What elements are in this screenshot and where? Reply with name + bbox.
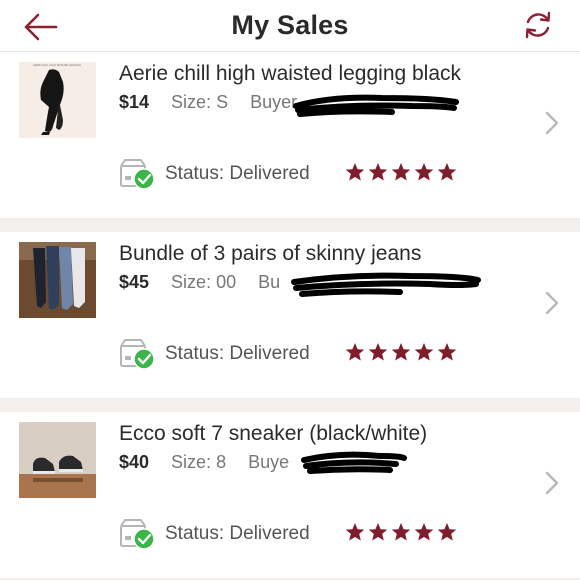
item-meta: $40 Size: 8 Buye xyxy=(119,452,289,473)
buyer-label: Buyer xyxy=(250,92,298,112)
status-label: Status: Delivered xyxy=(165,163,310,184)
delivery-status: Status: Delivered xyxy=(119,157,310,191)
star-icon xyxy=(414,343,434,361)
star-icon xyxy=(368,343,388,361)
delivered-box-icon xyxy=(120,519,155,550)
star-icon xyxy=(391,523,411,541)
page-title: My Sales xyxy=(231,10,349,40)
item-size: Size: S xyxy=(171,92,229,112)
redaction-mark xyxy=(301,451,407,474)
item-thumbnail[interactable]: AERIE CHILL HIGH WAISTED LEGGING xyxy=(19,62,96,138)
buyer-rating xyxy=(345,162,457,182)
item-size: Size: 00 xyxy=(171,272,237,292)
star-icon xyxy=(437,163,457,181)
chevron-right-icon[interactable] xyxy=(544,110,560,136)
star-icon xyxy=(345,523,365,541)
sale-item-card[interactable]: Ecco soft 7 sneaker (black/white) $40 Si… xyxy=(0,412,580,578)
redaction-mark xyxy=(291,272,481,297)
back-arrow-icon[interactable] xyxy=(22,12,60,42)
item-meta: $45 Size: 00 Bu xyxy=(119,272,280,293)
thumb-caption: AERIE CHILL HIGH WAISTED LEGGING xyxy=(33,63,81,67)
item-thumbnail[interactable] xyxy=(19,422,96,498)
buyer-rating xyxy=(345,342,457,362)
sales-list: AERIE CHILL HIGH WAISTED LEGGING Aerie c… xyxy=(0,52,580,580)
delivery-status: Status: Delivered xyxy=(119,517,310,551)
item-meta: $14 Size: S Buyer xyxy=(119,92,297,113)
delivered-box-icon xyxy=(120,339,155,370)
status-label: Status: Delivered xyxy=(165,343,310,364)
star-icon xyxy=(345,163,365,181)
buyer-rating xyxy=(345,522,457,542)
status-label: Status: Delivered xyxy=(165,523,310,544)
buyer-label: Bu xyxy=(258,272,281,292)
star-icon xyxy=(368,523,388,541)
refresh-icon[interactable] xyxy=(522,9,554,41)
app-header: My Sales xyxy=(0,0,580,52)
star-icon xyxy=(368,163,388,181)
delivered-box-icon xyxy=(120,159,155,190)
item-title[interactable]: Aerie chill high waisted legging black xyxy=(119,62,461,86)
star-icon xyxy=(391,163,411,181)
item-thumbnail[interactable] xyxy=(19,242,96,318)
item-title[interactable]: Ecco soft 7 sneaker (black/white) xyxy=(119,422,427,446)
item-size: Size: 8 xyxy=(171,452,227,472)
star-icon xyxy=(391,343,411,361)
sale-item-card[interactable]: AERIE CHILL HIGH WAISTED LEGGING Aerie c… xyxy=(0,52,580,218)
star-icon xyxy=(437,523,457,541)
star-icon xyxy=(437,343,457,361)
item-price: $14 xyxy=(119,92,150,112)
buyer-label: Buye xyxy=(248,452,290,472)
item-title[interactable]: Bundle of 3 pairs of skinny jeans xyxy=(119,242,421,266)
chevron-right-icon[interactable] xyxy=(544,290,560,316)
sale-item-card[interactable]: Bundle of 3 pairs of skinny jeans $45 Si… xyxy=(0,232,580,398)
star-icon xyxy=(345,343,365,361)
item-price: $45 xyxy=(119,272,150,292)
star-icon xyxy=(414,163,434,181)
star-icon xyxy=(414,523,434,541)
chevron-right-icon[interactable] xyxy=(544,470,560,496)
delivery-status: Status: Delivered xyxy=(119,337,310,371)
item-price: $40 xyxy=(119,452,150,472)
redaction-mark xyxy=(293,94,459,117)
